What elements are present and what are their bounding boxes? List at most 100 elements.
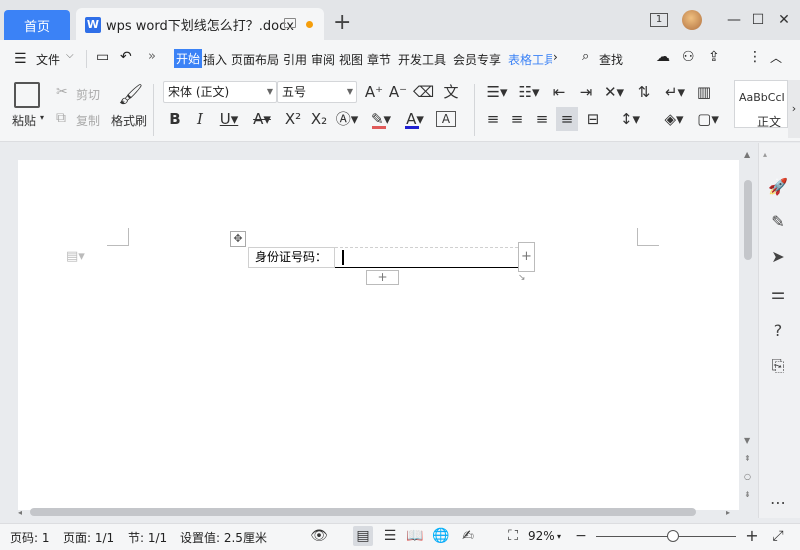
collaborate-icon[interactable]: ⚇ (682, 49, 695, 65)
search-label[interactable]: 查找 (599, 51, 623, 68)
maximize-button[interactable]: ☐ (746, 10, 770, 30)
fullscreen-icon[interactable]: ⤢ (768, 526, 788, 546)
scroll-right-icon[interactable]: ▸ (726, 508, 730, 517)
superscript-icon[interactable]: X² (282, 109, 304, 129)
font-size-select[interactable]: 五号 ▼ (277, 81, 357, 103)
borders-icon[interactable]: ▢▾ (694, 109, 722, 129)
align-right-icon[interactable]: ≡ (533, 109, 551, 129)
share-icon[interactable]: ⇪ (708, 49, 720, 65)
chinese-layout-icon[interactable]: ✕▾ (601, 82, 627, 102)
tab-document[interactable]: W wps word下划线怎么打？.docx (76, 8, 324, 40)
translate-icon[interactable]: ⎘ (767, 355, 789, 377)
cloud-sync-icon[interactable]: ☁ (656, 49, 670, 65)
font-name-select[interactable]: 宋体 (正文) ▼ (163, 81, 277, 103)
pointer-icon[interactable]: ➤ (767, 246, 789, 268)
menu-tab-table-tools[interactable]: 表格工具 (508, 51, 552, 68)
status-pages[interactable]: 页面: 1/1 (63, 529, 114, 546)
menu-tab-layout[interactable]: 页面布局 (231, 51, 279, 68)
menu-tab-references[interactable]: 引用 (283, 51, 307, 68)
numbered-list-icon[interactable]: ☷▾ (516, 82, 542, 102)
minimize-button[interactable]: — (722, 10, 746, 30)
collapse-ribbon-icon[interactable]: ︿ (770, 49, 782, 66)
window-layout-icon[interactable]: 1 (650, 13, 668, 27)
horizontal-scrollbar[interactable]: ◂ ▸ (18, 506, 738, 518)
menu-scroll-right-icon[interactable]: › (553, 50, 558, 64)
menu-tab-review[interactable]: 审阅 (311, 51, 335, 68)
avatar[interactable] (682, 10, 702, 30)
document-page[interactable] (18, 160, 739, 510)
strikethrough-icon[interactable]: A▾ (249, 109, 275, 129)
table-move-handle-icon[interactable]: ✥ (230, 231, 246, 247)
new-tab-button[interactable]: + (333, 12, 351, 34)
add-column-button[interactable]: + (518, 242, 535, 272)
scissors-icon[interactable]: ✂ (56, 84, 68, 100)
status-setting[interactable]: 设置值: 2.5厘米 (180, 529, 267, 546)
writing-mode-icon[interactable]: ✍ (458, 526, 478, 546)
zoom-in-icon[interactable]: + (742, 526, 762, 546)
paste-icon[interactable] (14, 82, 40, 108)
scroll-down-icon[interactable]: ▼ (744, 436, 750, 445)
hscroll-thumb[interactable] (30, 508, 696, 516)
chevron-down-icon[interactable]: ▾ (40, 113, 44, 122)
status-section[interactable]: 节: 1/1 (128, 529, 167, 546)
more-chevron-icon[interactable]: » (148, 49, 156, 64)
distribute-icon[interactable]: ⊟ (583, 109, 603, 129)
menu-tab-view[interactable]: 视图 (339, 51, 363, 68)
underline-icon[interactable]: U▾ (216, 109, 242, 129)
style-gallery[interactable]: AaBbCcI 正文 (734, 80, 788, 129)
copy-icon[interactable]: ⧉ (56, 110, 66, 126)
scroll-left-icon[interactable]: ◂ (18, 508, 22, 517)
chevron-down-icon[interactable]: ▾ (557, 532, 561, 541)
search-icon[interactable]: ⌕ (582, 49, 589, 64)
more-options-icon[interactable]: ⋮ (748, 49, 762, 65)
shading-icon[interactable]: ◈▾ (660, 109, 688, 129)
table-ruler-icon[interactable]: ▥ (694, 82, 714, 102)
outline-view-icon[interactable]: ☰ (380, 526, 400, 546)
page-view-icon[interactable]: ▤ (353, 526, 373, 546)
select-browse-icon[interactable]: ○ (744, 472, 751, 481)
bullet-list-icon[interactable]: ☰▾ (484, 82, 510, 102)
menu-file[interactable]: 文件 (36, 51, 60, 68)
grow-font-icon[interactable]: A⁺ (364, 82, 384, 102)
table-cell-label[interactable]: 身份证号码： (248, 247, 335, 268)
decrease-indent-icon[interactable]: ⇤ (549, 82, 569, 102)
increase-indent-icon[interactable]: ⇥ (576, 82, 596, 102)
tab-home[interactable]: 首页 (4, 10, 70, 40)
chevron-down-icon[interactable]: ⌵ (66, 50, 74, 61)
align-left-icon[interactable]: ≡ (484, 109, 502, 129)
text-effect-icon[interactable]: Ⓐ▾ (334, 109, 360, 129)
add-row-button[interactable]: + (366, 270, 399, 285)
subscript-icon[interactable]: X₂ (308, 109, 330, 129)
line-spacing-icon[interactable]: ↕▾ (616, 109, 644, 129)
format-painter-icon[interactable]: 🖌 (118, 82, 143, 106)
reading-view-icon[interactable]: 📖 (405, 526, 425, 546)
next-page-icon[interactable]: ⇟ (744, 490, 751, 499)
style-scroll-icon[interactable]: › (788, 80, 800, 138)
zoom-slider-track[interactable] (596, 536, 736, 537)
web-view-icon[interactable]: 🌐 (431, 526, 451, 546)
zoom-out-icon[interactable]: − (571, 526, 591, 546)
justify-icon[interactable]: ≡ (556, 107, 578, 131)
close-button[interactable]: ✕ (772, 10, 796, 30)
hamburger-icon[interactable]: ☰ (14, 51, 27, 67)
zoom-level[interactable]: 92% (528, 529, 555, 543)
cut-button[interactable]: 剪切 (76, 86, 100, 103)
menu-tab-insert[interactable]: 插入 (203, 51, 227, 68)
char-border-icon[interactable]: A (436, 111, 456, 127)
eye-protection-icon[interactable]: 👁 (309, 526, 329, 546)
sidebar-collapse-icon[interactable]: ▴ (763, 150, 767, 159)
format-painter-button[interactable]: 格式刷 (111, 112, 147, 129)
clear-format-icon[interactable]: ⌫ (413, 82, 434, 102)
monitor-icon[interactable] (284, 18, 296, 28)
italic-icon[interactable]: I (191, 109, 209, 129)
scroll-up-icon[interactable]: ▲ (744, 150, 750, 159)
status-page-number[interactable]: 页码: 1 (10, 529, 50, 546)
bold-icon[interactable]: B (166, 109, 184, 129)
vertical-scrollbar[interactable]: ▲ ▼ ⇞ ○ ⇟ (741, 150, 755, 500)
save-icon[interactable]: ▭ (96, 49, 109, 65)
prev-page-icon[interactable]: ⇞ (744, 454, 751, 463)
pen-icon[interactable]: ✎ (767, 211, 789, 233)
rocket-icon[interactable]: 🚀 (767, 176, 789, 198)
scroll-thumb[interactable] (744, 180, 752, 260)
shrink-font-icon[interactable]: A⁻ (388, 82, 408, 102)
